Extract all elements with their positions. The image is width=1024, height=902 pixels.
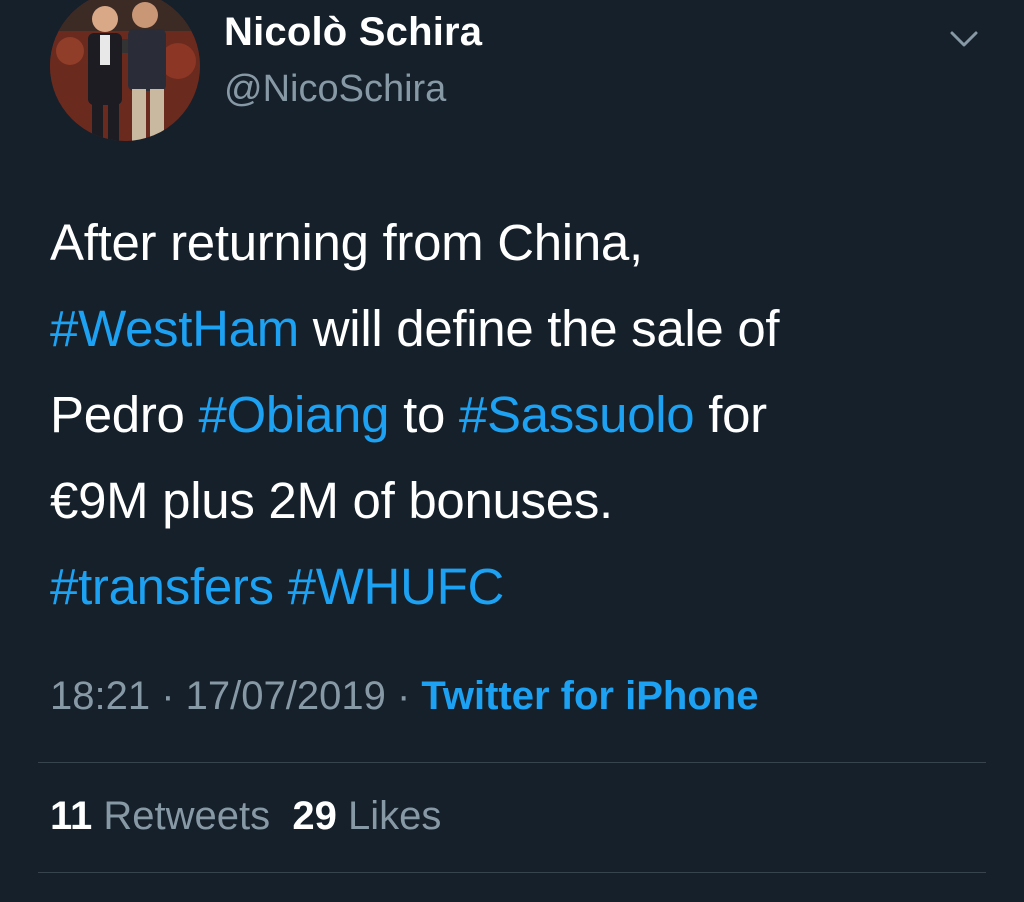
tweet-text: After returning from China, #WestHam will… (50, 200, 990, 630)
hashtag-link[interactable]: #Sassuolo (459, 386, 695, 443)
hashtag-link[interactable]: #transfers (50, 558, 274, 615)
tweet-text-segment: will define the sale of (298, 300, 780, 357)
avatar-photo (50, 0, 200, 141)
retweets-stat[interactable]: 11 Retweets (50, 794, 270, 838)
tweet-text-segment: to (389, 386, 459, 443)
author-display-name[interactable]: Nicolò Schira (224, 10, 482, 55)
author-handle[interactable]: @NicoSchira (224, 68, 446, 111)
meta-separator: · (385, 674, 422, 718)
likes-count: 29 (292, 794, 337, 838)
divider (38, 762, 986, 763)
tweet-date[interactable]: 17/07/2019 (186, 674, 386, 718)
meta-separator: · (150, 674, 186, 718)
tweet-text-segment: for (694, 386, 767, 443)
tweet-text-line: Pedro #Obiang to #Sassuolo for (50, 372, 990, 458)
hashtag-link[interactable]: #WHUFC (288, 558, 505, 615)
tweet-source-link[interactable]: Twitter for iPhone (421, 674, 758, 718)
divider (38, 872, 986, 873)
likes-stat[interactable]: 29 Likes (292, 794, 441, 838)
retweets-count: 11 (50, 794, 93, 838)
tweet-meta: 18:21 · 17/07/2019 · Twitter for iPhone (50, 674, 758, 719)
retweets-label: Retweets (103, 794, 271, 838)
tweet-time[interactable]: 18:21 (50, 674, 150, 718)
tweet-text-line: #WestHam will define the sale of (50, 286, 990, 372)
tweet-stats: 11 Retweets 29 Likes (50, 794, 441, 839)
likes-label: Likes (348, 794, 442, 838)
tweet-card: Nicolò Schira @NicoSchira After returnin… (0, 0, 1024, 902)
hashtag-link[interactable]: #WestHam (50, 300, 299, 357)
tweet-text-line: #transfers #WHUFC (50, 544, 990, 630)
tweet-text-line: After returning from China, (50, 200, 990, 286)
tweet-text-segment: Pedro (50, 386, 199, 443)
hashtag-link[interactable]: #Obiang (198, 386, 389, 443)
chevron-down-icon[interactable] (944, 24, 984, 54)
tweet-text-segment: €9M plus 2M of bonuses. (50, 472, 613, 529)
author-avatar[interactable] (50, 0, 200, 141)
tweet-text-segment (274, 558, 288, 615)
tweet-text-line: €9M plus 2M of bonuses. (50, 458, 990, 544)
tweet-text-segment: After returning from China, (50, 214, 643, 271)
